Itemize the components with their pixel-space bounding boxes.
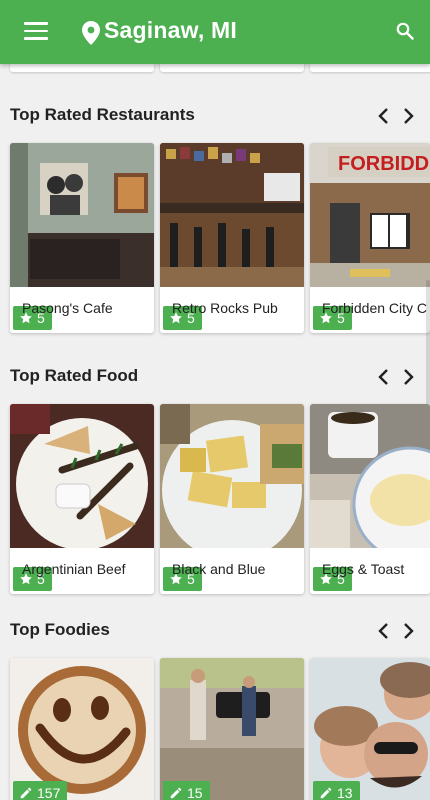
food-card[interactable]: 5 Argentinian Beef xyxy=(10,404,154,594)
chevron-left-icon[interactable] xyxy=(376,367,390,387)
pencil-icon xyxy=(20,787,32,799)
foodie-card[interactable]: 157 xyxy=(10,658,154,800)
section-title-foodies: Top Foodies xyxy=(10,620,110,639)
foodie-card[interactable]: 13 xyxy=(310,658,430,800)
food-photo xyxy=(10,404,154,548)
restaurant-photo xyxy=(10,143,154,287)
location-pin-icon xyxy=(82,21,100,45)
foodie-avatar-photo xyxy=(10,658,154,800)
restaurants-carousel-controls xyxy=(376,106,416,126)
food-carousel-controls xyxy=(376,367,416,387)
foodie-card[interactable]: 15 xyxy=(160,658,304,800)
previous-section-cards xyxy=(0,64,430,72)
card-stub xyxy=(310,64,430,72)
food-photo xyxy=(310,404,430,548)
card-label: Pasong's Cafe xyxy=(22,300,113,316)
card-label: Argentinian Beef xyxy=(22,561,126,577)
foodie-avatar-photo xyxy=(310,658,430,800)
chevron-right-icon[interactable] xyxy=(402,106,416,126)
foodies-carousel-controls xyxy=(376,621,416,641)
card-label: Eggs & Toast xyxy=(322,561,405,577)
chevron-left-icon[interactable] xyxy=(376,621,390,641)
card-label: Forbidden City C xyxy=(322,300,428,316)
food-card[interactable]: 5 Eggs & Toast xyxy=(310,404,430,594)
review-count-badge: 15 xyxy=(163,781,210,800)
pencil-icon xyxy=(170,787,182,799)
review-count-badge: 13 xyxy=(313,781,360,800)
restaurant-card[interactable]: FORBIDD 5 Forbidden City C xyxy=(310,143,430,333)
chevron-right-icon[interactable] xyxy=(402,621,416,641)
app-bar: Saginaw, MI xyxy=(0,0,430,64)
content-scroll[interactable]: Top Rated Restaurants 5 Pasong's Cafe 5 … xyxy=(0,64,430,800)
pencil-icon xyxy=(320,787,332,799)
review-count: 13 xyxy=(337,785,353,800)
search-icon[interactable] xyxy=(396,22,414,40)
food-card[interactable]: 5 Black and Blue xyxy=(160,404,304,594)
restaurant-card[interactable]: 5 Pasong's Cafe xyxy=(10,143,154,333)
location-title[interactable]: Saginaw, MI xyxy=(104,17,237,44)
menu-icon[interactable] xyxy=(24,22,48,42)
restaurant-photo: FORBIDD xyxy=(310,143,430,287)
restaurant-sign-text: FORBIDD xyxy=(338,153,429,175)
review-count: 15 xyxy=(187,785,203,800)
restaurant-card[interactable]: 5 Retro Rocks Pub xyxy=(160,143,304,333)
chevron-right-icon[interactable] xyxy=(402,367,416,387)
card-label: Black and Blue xyxy=(172,561,266,577)
food-photo xyxy=(160,404,304,548)
review-count-badge: 157 xyxy=(13,781,68,800)
section-title-food: Top Rated Food xyxy=(10,366,139,385)
chevron-left-icon[interactable] xyxy=(376,106,390,126)
card-stub xyxy=(160,64,304,72)
restaurant-photo xyxy=(160,143,304,287)
foodie-avatar-photo xyxy=(160,658,304,800)
card-label: Retro Rocks Pub xyxy=(172,300,278,316)
review-count: 157 xyxy=(37,785,61,800)
card-stub xyxy=(10,64,154,72)
section-title-restaurants: Top Rated Restaurants xyxy=(10,105,195,124)
